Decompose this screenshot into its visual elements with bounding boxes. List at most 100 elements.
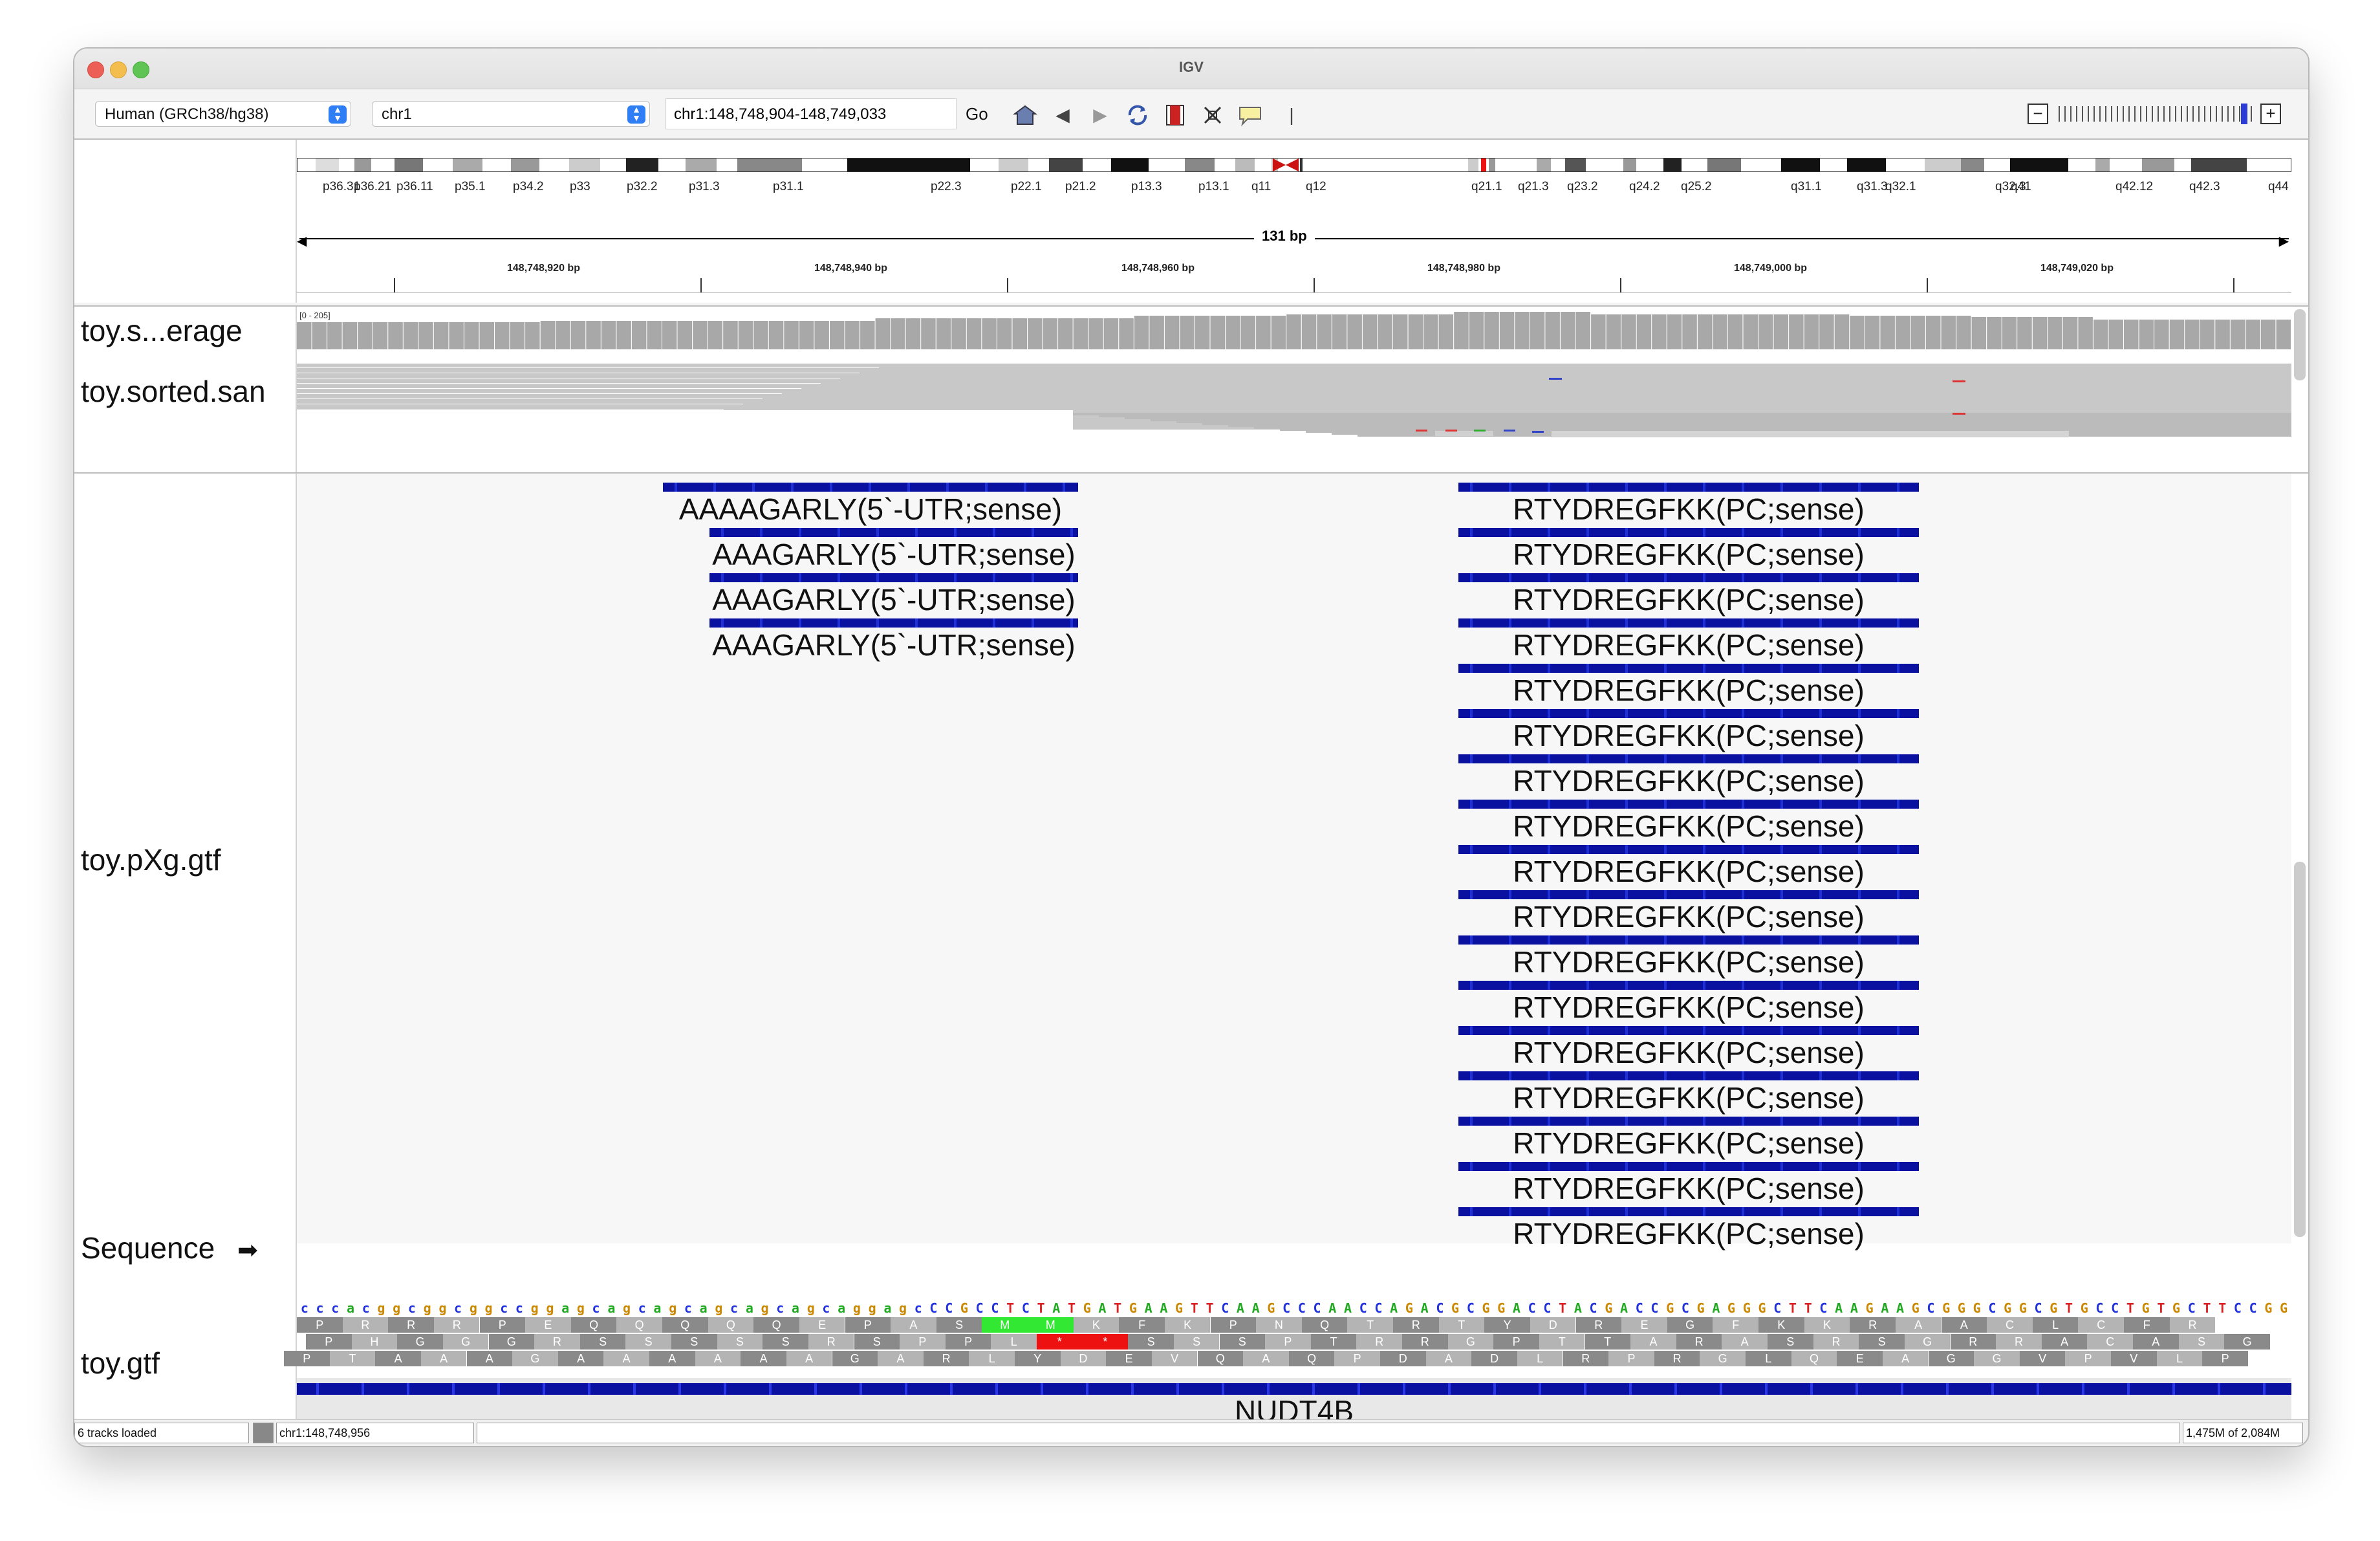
sequence-bases[interactable]: cccacggcggcggccggagcagcagcagcagcagcaggag…	[297, 1300, 2291, 1316]
pxg-feature[interactable]: RTYDREGFKK(PC;sense)	[1458, 573, 1919, 621]
amino-acid-cell: Q	[570, 1317, 617, 1333]
amino-acid-cell: R	[342, 1317, 389, 1333]
fit-to-window-icon[interactable]	[1200, 102, 1226, 128]
alignment-track-name[interactable]: toy.sorted.san	[81, 374, 294, 409]
pxg-feature[interactable]: RTYDREGFKK(PC;sense)	[1458, 800, 1919, 847]
pxg-feature[interactable]: RTYDREGFKK(PC;sense)	[1458, 483, 1919, 530]
zoom-slider-ticks[interactable]	[2059, 106, 2253, 122]
coverage-bar	[2139, 320, 2154, 349]
coverage-bar	[586, 321, 601, 349]
pxg-track-area[interactable]: AAAAGARLY(5`-UTR;sense) AAAGARLY(5`-UTR;…	[297, 474, 2291, 1251]
alignment-scrollbar[interactable]	[2294, 309, 2306, 380]
pxg-feature[interactable]: RTYDREGFKK(PC;sense)	[1458, 981, 1919, 1029]
sequence-base: C	[2233, 1300, 2242, 1316]
ideogram-band	[1707, 158, 1741, 171]
amino-acid-cell: R	[433, 1317, 480, 1333]
ideogram-band	[1185, 158, 1215, 171]
ruler-tick-label: 148,748,920 bp	[507, 263, 580, 274]
pxg-feature[interactable]: RTYDREGFKK(PC;sense)	[1458, 845, 1919, 893]
gtf-track-name[interactable]: toy.gtf	[81, 1346, 160, 1381]
mismatch-mark	[1953, 380, 1965, 382]
translation-frame-row[interactable]: P H G G G R S S S S S R S P P L * * S S S P T R R G P T T A R A S R S G R R A C…	[297, 1334, 2289, 1350]
pxg-feature[interactable]: RTYDREGFKK(PC;sense)	[1458, 935, 1919, 983]
pxg-feature-bar	[1458, 709, 1919, 718]
zoom-in-button[interactable]: +	[2260, 104, 2281, 124]
go-button[interactable]: Go	[966, 98, 988, 129]
amino-acid-cell: Q	[1288, 1351, 1335, 1366]
feature-scrollbar[interactable]	[2294, 862, 2306, 1237]
pxg-feature[interactable]: RTYDREGFKK(PC;sense)	[1458, 528, 1919, 576]
amino-acid-cell: T	[1310, 1334, 1357, 1350]
coverage-track-name[interactable]: toy.s...erage	[81, 313, 243, 348]
ideogram-band-label: q11	[1251, 180, 1271, 193]
coverage-bar	[1804, 314, 1819, 349]
sequence-base: C	[991, 1300, 999, 1316]
sequence-base: g	[761, 1300, 769, 1316]
ideogram-band	[1111, 158, 1149, 171]
translation-frame-row[interactable]: PTAAAGAAAAAAGARLYDEVQAQPDADLRPRGLQEAGGVP…	[284, 1351, 2289, 1366]
coverage-bar	[1226, 316, 1240, 349]
chromosome-ideogram[interactable]	[297, 158, 2291, 172]
zoom-control[interactable]: − +	[2028, 104, 2286, 129]
zoom-out-button[interactable]: −	[2028, 104, 2048, 124]
coverage-bar	[616, 321, 631, 349]
translation-frame-row[interactable]: PRRRPEQQQQQEPASMMKFKPNQTRTYDREGFKKRAACLC…	[297, 1317, 2289, 1333]
home-icon[interactable]	[1012, 102, 1038, 128]
ideogram-band-label: p36.21	[354, 180, 392, 193]
pxg-feature[interactable]: RTYDREGFKK(PC;sense)	[1458, 709, 1919, 757]
chevron-updown-icon: ▲ ▼	[329, 105, 347, 124]
sequence-base: c	[730, 1300, 739, 1316]
genome-select[interactable]: Human (GRCh38/hg38) ▲ ▼	[95, 101, 351, 127]
ideogram-band-label: p35.1	[455, 180, 486, 193]
pxg-feature[interactable]: RTYDREGFKK(PC;sense)	[1458, 664, 1919, 712]
header-data-area[interactable]: p36.31 p36.21 p36.11 p35.1 p34.2 p33 p32.2 p31.…	[297, 140, 2291, 303]
pxg-feature[interactable]: RTYDREGFKK(PC;sense)	[1458, 1117, 1919, 1164]
pxg-track-name[interactable]: toy.pXg.gtf	[81, 842, 221, 877]
sequence-base: g	[623, 1300, 631, 1316]
coverage-bar	[647, 321, 662, 349]
region-of-interest-icon[interactable]	[1162, 102, 1188, 128]
pxg-feature-label: RTYDREGFKK(PC;sense)	[1513, 1217, 1865, 1251]
ruler-tick-label: 148,749,000 bp	[1734, 263, 1807, 274]
pxg-feature[interactable]: RTYDREGFKK(PC;sense)	[1458, 1026, 1919, 1074]
alignment-reads[interactable]	[297, 364, 2291, 467]
pxg-feature[interactable]: RTYDREGFKK(PC;sense)	[1458, 1162, 1919, 1210]
feature-data-area[interactable]: AAAAGARLY(5`-UTR;sense) AAAGARLY(5`-UTR;…	[284, 474, 2291, 1446]
pxg-feature-label: RTYDREGFKK(PC;sense)	[1513, 719, 1865, 752]
mismatch-mark	[1504, 430, 1515, 432]
pxg-feature[interactable]: RTYDREGFKK(PC;sense)	[1458, 618, 1919, 666]
read-gap-line	[297, 367, 879, 368]
coverage-bar	[1256, 316, 1271, 349]
forward-arrow-icon[interactable]: ▶	[1087, 102, 1113, 128]
coverage-bar	[373, 322, 388, 349]
refresh-icon[interactable]	[1125, 102, 1151, 128]
pxg-feature[interactable]: AAAGARLY(5`-UTR;sense)	[709, 618, 1078, 666]
pxg-feature[interactable]: RTYDREGFKK(PC;sense)	[1458, 1207, 1919, 1255]
pxg-feature[interactable]: AAAGARLY(5`-UTR;sense)	[709, 528, 1078, 576]
sequence-base: C	[1528, 1300, 1536, 1316]
locus-input[interactable]: chr1:148,748,904-148,749,033	[665, 98, 957, 129]
pxg-feature[interactable]: AAAAGARLY(5`-UTR;sense)	[663, 483, 1078, 530]
sequence-base: C	[1221, 1300, 1229, 1316]
pxg-feature[interactable]: RTYDREGFKK(PC;sense)	[1458, 754, 1919, 802]
sequence-base: c	[407, 1300, 416, 1316]
pxg-feature[interactable]: AAAGARLY(5`-UTR;sense)	[709, 573, 1078, 621]
popup-info-icon[interactable]	[1237, 102, 1263, 128]
amino-acid-cell: Q	[708, 1317, 754, 1333]
sequence-base: g	[546, 1300, 554, 1316]
coverage-bar	[905, 318, 921, 349]
coverage-bar	[2032, 317, 2048, 349]
sequence-track-name[interactable]: Sequence ➡	[81, 1230, 258, 1265]
chromosome-select[interactable]: chr1 ▲ ▼	[372, 101, 650, 127]
pxg-feature-bar	[1458, 1162, 1919, 1171]
zoom-slider-thumb[interactable]	[2241, 104, 2247, 124]
coverage-bar	[1880, 316, 1895, 349]
ideogram-band-label: p13.3	[1131, 180, 1162, 193]
coverage-histogram[interactable]	[297, 307, 2291, 361]
pxg-feature[interactable]: RTYDREGFKK(PC;sense)	[1458, 890, 1919, 938]
strand-arrow-icon[interactable]: ➡	[237, 1237, 258, 1264]
back-arrow-icon[interactable]: ◀	[1050, 102, 1076, 128]
alignment-data-area[interactable]: [0 - 205]	[297, 307, 2291, 472]
pxg-feature[interactable]: RTYDREGFKK(PC;sense)	[1458, 1071, 1919, 1119]
sequence-base: G	[1267, 1300, 1275, 1316]
